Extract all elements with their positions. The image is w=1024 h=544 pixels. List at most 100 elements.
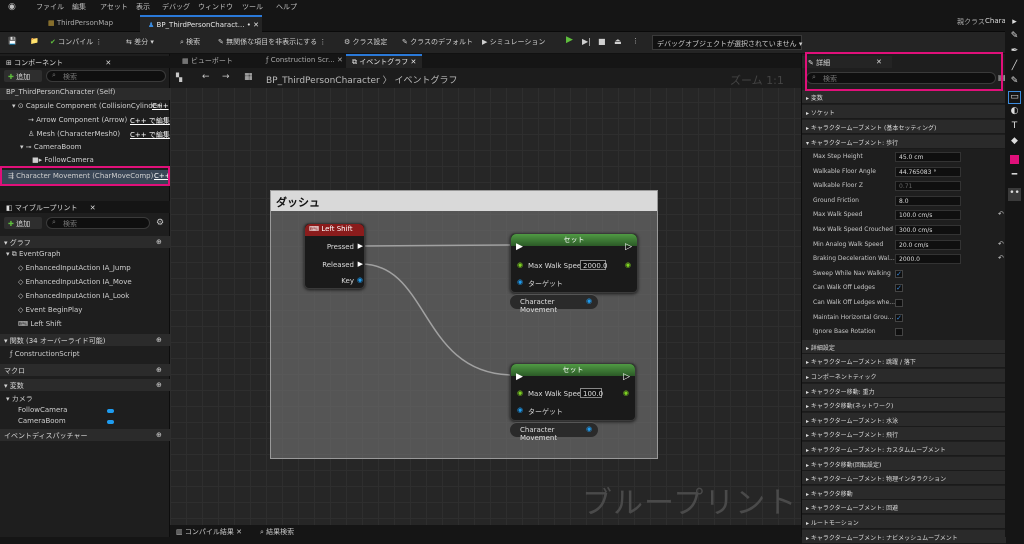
details-property-row: Can Walk Off Ledges ✓ xyxy=(802,281,1006,295)
tab-find-results[interactable]: ⌕ 結果検索 xyxy=(260,527,294,537)
input-node-leftshift[interactable]: ⌨ Left Shift Pressed ▶ Released ▶ Key ◉ xyxy=(304,223,365,289)
details-section[interactable]: ▸ キャラクタームーブメント: 物理インタラクション xyxy=(802,471,1006,486)
details-property-row: Max Walk Speed 100.0 cm/s ↶ xyxy=(802,208,1006,222)
property-name: Max Walk Speed Crouched xyxy=(813,226,893,233)
property-name: Min Analog Walk Speed xyxy=(813,240,884,248)
property-name: Sweep While Nav Walking xyxy=(813,269,891,277)
property-value-field[interactable]: 8.0 xyxy=(895,195,961,206)
property-value-field[interactable]: 100.0 cm/s xyxy=(895,210,961,221)
set-node-2[interactable]: セット ▶ ▷ ◉ Max Walk Speed 100.0 ◉ ◉ ターゲット xyxy=(510,363,636,421)
property-value-field[interactable]: 20.0 cm/s xyxy=(895,239,961,250)
comment-title[interactable]: ダッシュ xyxy=(271,191,657,211)
float-pin-in-2[interactable]: ◉ xyxy=(517,389,523,397)
compile-results-icon: ▥ xyxy=(176,528,183,536)
variable-node-character-movement-2[interactable]: Character Movement ◉ xyxy=(509,422,599,442)
details-property-row: Can Walk Off Ledges whe... xyxy=(802,296,1006,310)
object-pin-target-1[interactable]: ◉ xyxy=(517,278,523,286)
property-name: Ground Friction xyxy=(813,196,859,204)
target-label-1: ターゲット xyxy=(528,280,563,288)
exec-pin-released[interactable]: ▶ xyxy=(358,260,363,268)
pencil-icon[interactable]: ✎ xyxy=(1008,31,1021,44)
property-name: Can Walk Off Ledges whe... xyxy=(813,299,896,306)
exec-pin-out-2[interactable]: ▷ xyxy=(623,372,630,382)
variable-node-character-movement-1[interactable]: Character Movement ◉ xyxy=(509,294,599,314)
rectangle-icon[interactable]: ▭ xyxy=(1008,91,1021,104)
exec-pin-out-1[interactable]: ▷ xyxy=(625,242,632,252)
struct-pin-key[interactable]: ◉ xyxy=(357,276,363,284)
highlight-details-search xyxy=(805,52,1003,91)
target-label-2: ターゲット xyxy=(528,408,563,416)
pen-icon[interactable]: ✒ xyxy=(1008,46,1021,59)
tab-compile-results[interactable]: ▥ コンパイル結果 ✕ xyxy=(176,527,242,537)
property-checkbox[interactable] xyxy=(895,328,903,337)
property-name: Can Walk Off Ledges xyxy=(813,284,875,292)
float-pin-out-1[interactable]: ◉ xyxy=(625,261,631,269)
details-section[interactable]: ▸ 変数 xyxy=(802,90,1006,104)
details-section[interactable]: ▸ キャラクター移動: 重力 xyxy=(802,383,1006,398)
shapes-icon[interactable]: ◐ xyxy=(1008,106,1021,119)
property-value-field[interactable]: 300.0 cm/s xyxy=(895,225,961,235)
details-section[interactable]: ▾ キャラクタームーブメント: 歩行 xyxy=(802,135,1006,149)
details-section[interactable]: ▸ キャラクタームーブメント: 水泳 xyxy=(802,412,1006,427)
brush-icon[interactable]: ✎ xyxy=(1008,76,1021,89)
property-value-field[interactable]: 44.765083 ° xyxy=(895,166,961,177)
details-section[interactable]: ▸ キャラクタームーブメント: 跳躍 / 落下 xyxy=(802,354,1006,369)
details-section[interactable]: ▸ キャラクタ移動(回転設定) xyxy=(802,456,1006,471)
property-checkbox[interactable]: ✓ xyxy=(895,269,903,278)
property-value-field[interactable]: 2000.0 xyxy=(895,254,961,265)
object-pin-out[interactable]: ◉ xyxy=(586,425,592,433)
set-node-1[interactable]: セット ▶ ▷ ◉ Max Walk Speed 2000.0 ◉ ◉ ターゲッ… xyxy=(510,233,638,293)
pin-maxwalkspeed-label-1: Max Walk Speed xyxy=(528,262,586,270)
exec-pin-in-1[interactable]: ▶ xyxy=(516,242,523,252)
details-property-row: Braking Deceleration Wal... 2000.0 ↶ xyxy=(802,252,1006,266)
details-section[interactable]: ▸ キャラクタ移動(ネットワーク) xyxy=(802,398,1006,413)
details-section[interactable]: ▸ ルートモーション xyxy=(802,515,1006,529)
color-swatch-icon[interactable] xyxy=(1010,155,1019,164)
property-name: Walkable Floor Angle xyxy=(813,167,876,175)
property-value-field[interactable]: 45.0 cm xyxy=(895,152,961,162)
object-pin-out[interactable]: ◉ xyxy=(586,297,592,305)
details-property-row: Ignore Base Rotation xyxy=(802,325,1006,339)
reset-arrow-icon[interactable]: ↶ xyxy=(998,210,1004,218)
property-value-field[interactable]: 0.71 xyxy=(895,181,961,192)
details-property-row: Max Step Height 45.0 cm xyxy=(802,150,1006,164)
maxwalkspeed-value-2[interactable]: 100.0 xyxy=(580,388,603,398)
property-checkbox[interactable]: ✓ xyxy=(895,284,903,293)
details-section[interactable]: ▸ 詳細設定 xyxy=(802,339,1006,354)
details-section[interactable]: ▸ キャラクタームーブメント: 飛行 xyxy=(802,427,1006,442)
details-section[interactable]: ▸ キャラクタームーブメント: 回避 xyxy=(802,500,1006,515)
details-property-row: Sweep While Nav Walking ✓ xyxy=(802,267,1006,281)
text-icon[interactable]: T xyxy=(1008,121,1021,134)
pin-pressed-label: Pressed xyxy=(326,243,354,251)
select-arrow-icon[interactable]: ▸ xyxy=(1008,17,1021,30)
details-section[interactable]: ▸ ソケット xyxy=(802,105,1006,119)
exec-pin-in-2[interactable]: ▶ xyxy=(516,372,523,382)
reset-arrow-icon[interactable]: ↶ xyxy=(998,240,1004,248)
object-pin-target-2[interactable]: ◉ xyxy=(517,406,523,414)
property-name: Max Walk Speed xyxy=(813,211,863,219)
pin-released-label: Released xyxy=(322,261,354,269)
maxwalkspeed-value-1[interactable]: 2000.0 xyxy=(580,260,608,270)
float-pin-out-2[interactable]: ◉ xyxy=(623,389,629,397)
details-section[interactable]: ▸ コンポーネントティック xyxy=(802,369,1006,383)
details-property-row: Walkable Floor Angle 44.765083 ° xyxy=(802,165,1006,179)
property-checkbox[interactable]: ✓ xyxy=(895,313,903,322)
highlight-character-movement xyxy=(0,166,170,186)
pin-maxwalkspeed-label-2: Max Walk Speed xyxy=(528,390,586,398)
property-checkbox[interactable] xyxy=(895,299,903,307)
line-icon[interactable]: ╱ xyxy=(1008,61,1021,74)
more-tools-icon[interactable]: •• xyxy=(1008,188,1021,201)
reset-arrow-icon[interactable]: ↶ xyxy=(998,254,1004,262)
exec-pin-pressed[interactable]: ▶ xyxy=(358,242,363,250)
details-section[interactable]: ▸ キャラクタームーブメント (基本セッティング) xyxy=(802,120,1006,134)
property-name: Maintain Horizontal Grou... xyxy=(813,313,894,321)
details-panel: ✎ 詳細 ✕ ⌕ 検索 ▤ ▸ 変数 ▸ ソケット ▸ キャラクタームーブメント (基本… xyxy=(801,54,1006,544)
stroke-width-icon[interactable]: ━ xyxy=(1008,170,1021,183)
float-pin-in-1[interactable]: ◉ xyxy=(517,261,523,269)
details-section[interactable]: ▸ キャラクタ移動 xyxy=(802,485,1006,500)
details-section[interactable]: ▸ キャラクタームーブメント: カスタムムーブメント xyxy=(802,442,1006,456)
close-icon[interactable]: ✕ xyxy=(236,528,242,536)
property-name: Braking Deceleration Wal... xyxy=(813,255,895,263)
eraser-icon[interactable]: ◆ xyxy=(1008,136,1021,149)
property-name: Walkable Floor Z xyxy=(813,182,863,190)
